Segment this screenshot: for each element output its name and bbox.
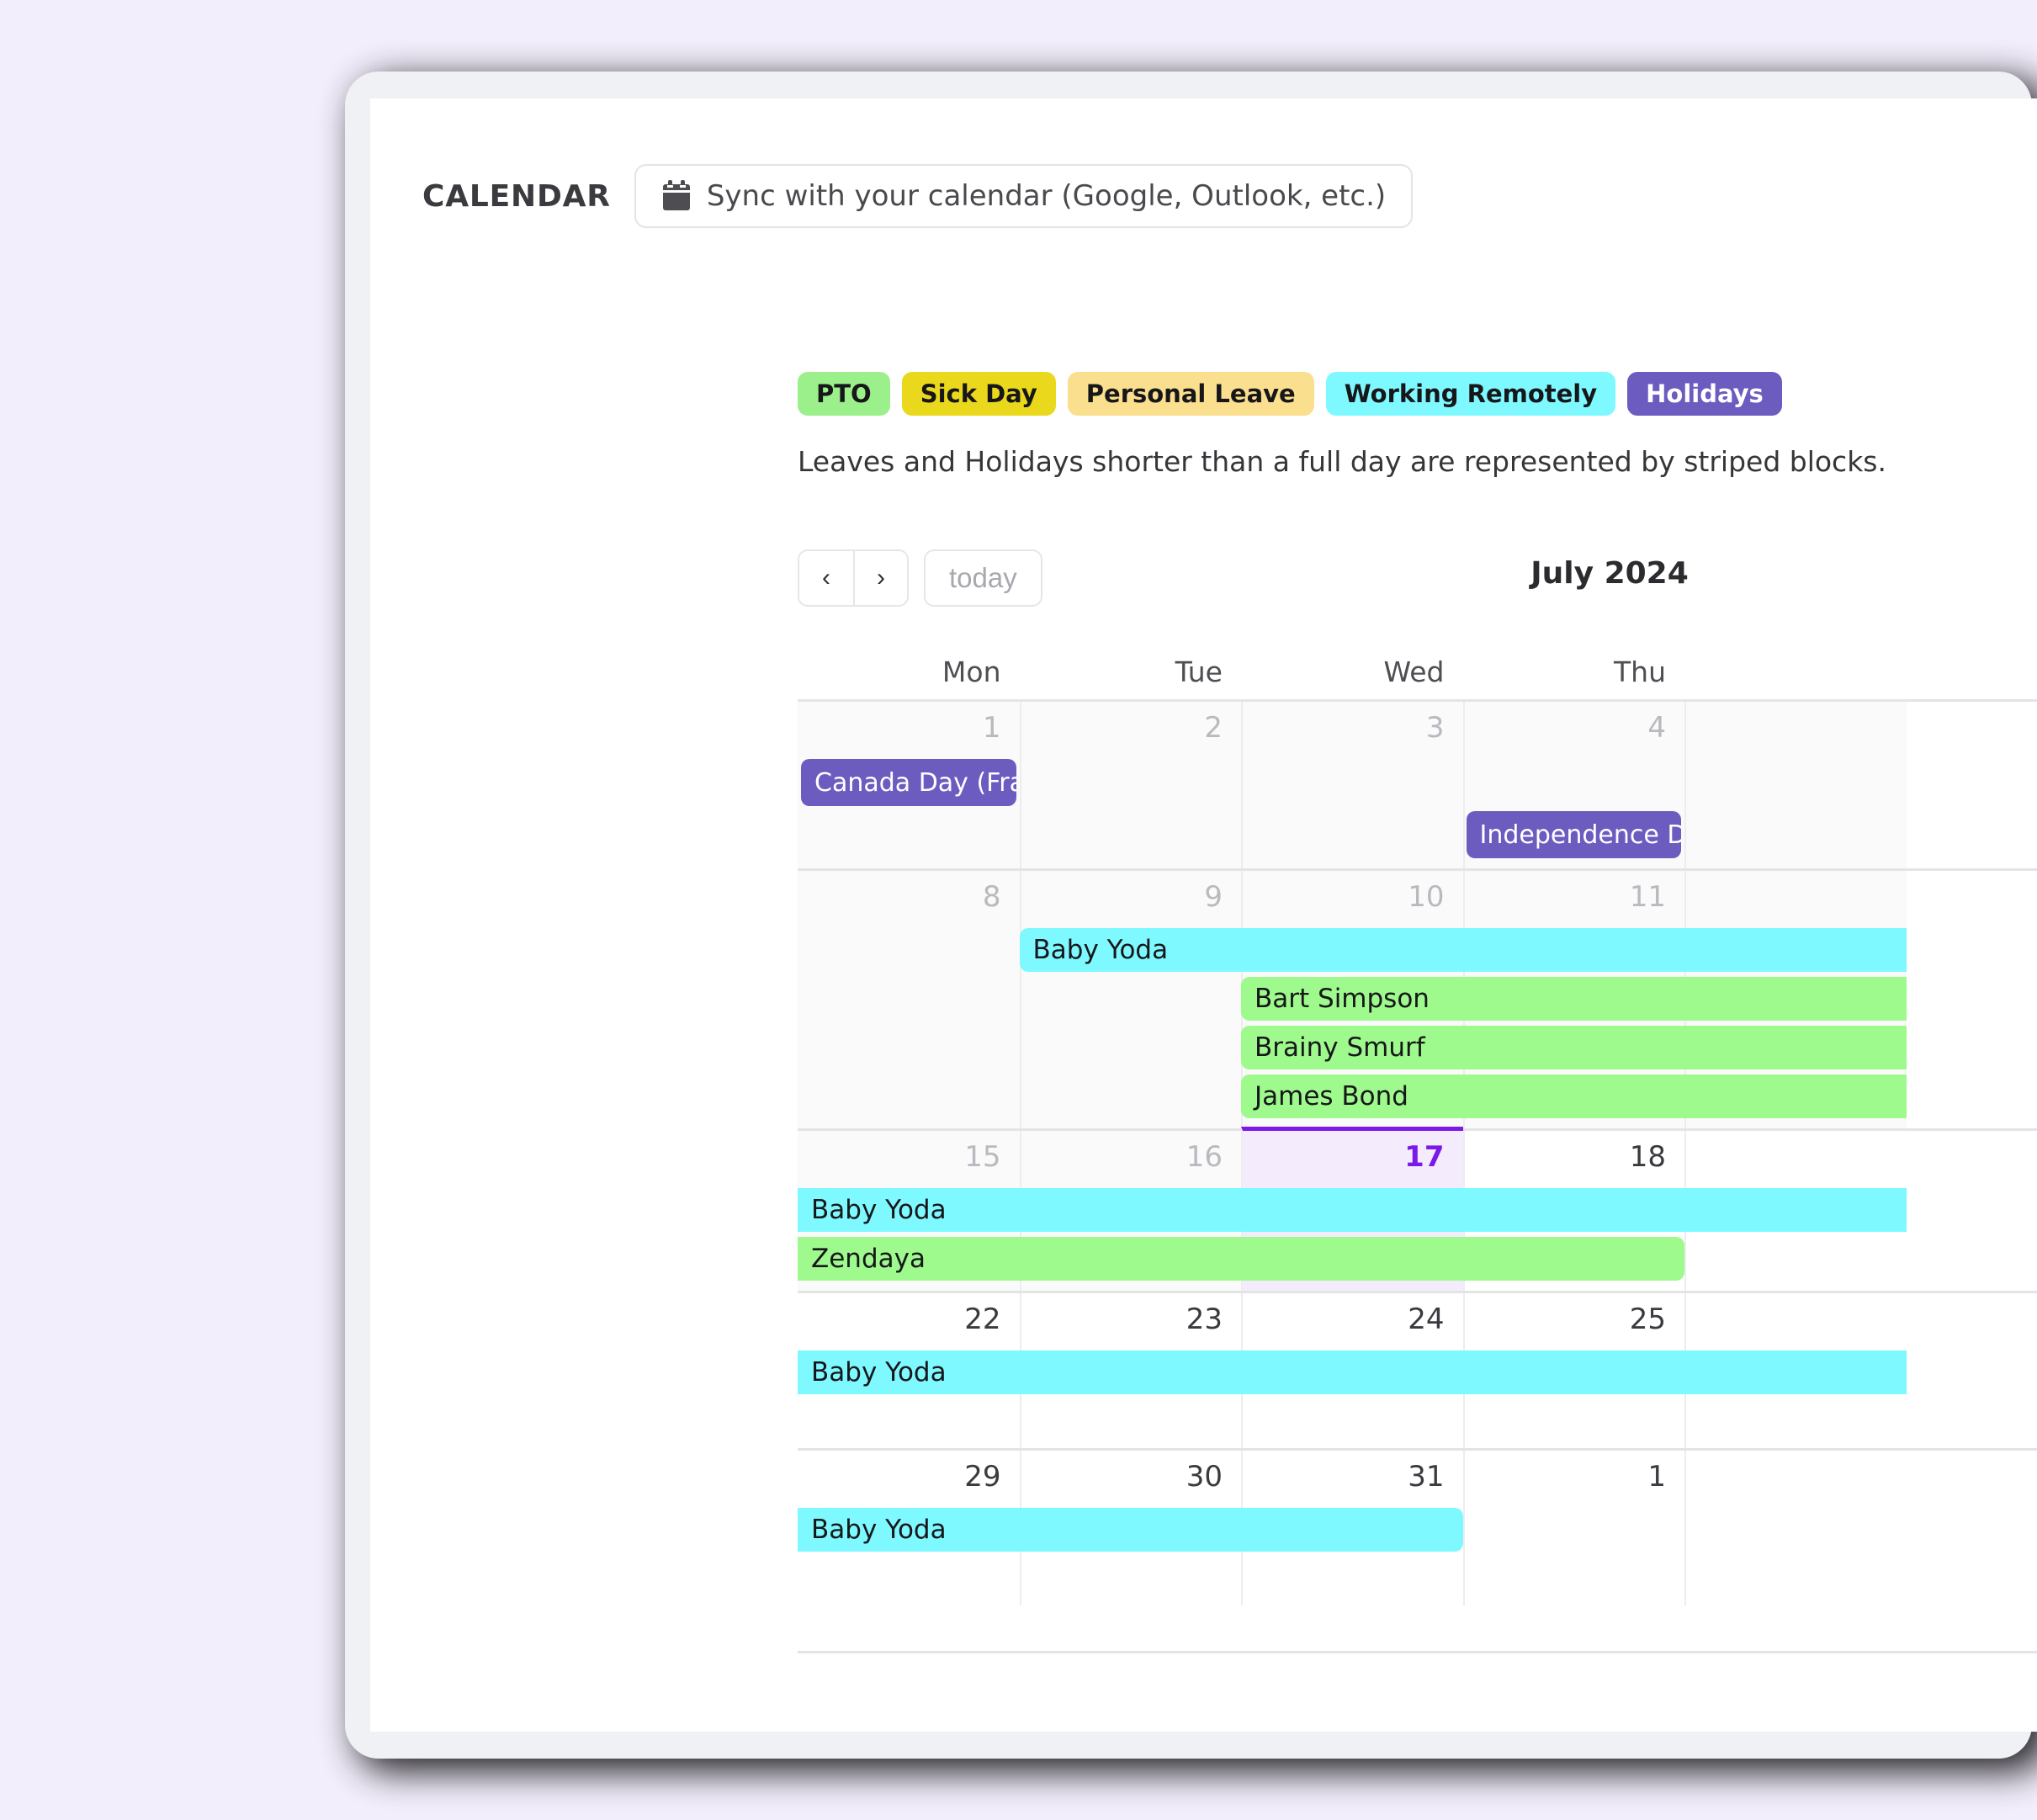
day-header-blank [1684,645,1907,699]
legend-chip-pto[interactable]: PTO [798,372,890,416]
calendar-week-row: 29 30 31 1 Baby Yoda [798,1448,2037,1605]
calendar-event-working-remotely[interactable]: Baby Yoda [798,1508,1463,1552]
day-header-wed: Wed [1383,655,1445,688]
week-events: Canada Day (France, India, Independence D… [798,754,2037,868]
sync-calendar-label: Sync with your calendar (Google, Outlook… [706,179,1387,213]
legend-chip-working-remotely[interactable]: Working Remotely [1325,372,1616,416]
calendar-icon [661,180,692,212]
page-title: CALENDAR [422,178,611,214]
legend-chip-holidays[interactable]: Holidays [1627,372,1782,416]
calendar-event-pto[interactable]: Brainy Smurf [1241,1026,1907,1069]
calendar-week-row: 8 9 10 11 Baby Yoda Bart Simpson Brainy Smurf J… [798,868,2037,1128]
event-spacer [798,1557,2037,1600]
month-title: July 2024 [1530,556,1689,591]
legend: PTO Sick Day Personal Leave Working Remotel… [798,372,1782,416]
calendar-event-pto[interactable]: Bart Simpson [1241,977,1907,1021]
day-header-thu: Thu [1614,655,1666,688]
week-events: Baby Yoda Bart Simpson Brainy Smurf James B… [798,923,2037,1128]
calendar-toolbar: ‹ › today July 2024 [798,549,2037,608]
today-button[interactable]: today [924,549,1042,607]
day-of-week-header: Mon Tue Wed Thu [798,645,2037,699]
week-events: Baby Yoda [798,1503,2037,1605]
legend-chip-sick-day[interactable]: Sick Day [901,372,1056,416]
calendar-panel: CALENDAR Sync with your calendar (Google… [370,98,2037,1732]
calendar-event-working-remotely[interactable]: Baby Yoda [798,1350,1907,1394]
calendar-event-working-remotely[interactable]: Baby Yoda [798,1188,1907,1232]
day-header-mon: Mon [942,655,1001,688]
calendar-week-row: 15 16 17 18 Baby Yoda Zendaya [798,1127,2037,1291]
calendar-event-holiday[interactable]: Independence Day (New Or [1466,811,1681,858]
calendar-event-working-remotely[interactable]: Baby Yoda [1019,928,1907,972]
calendar-week-row: 1234Canada Day (France, India,Independen… [798,699,2037,868]
event-spacer [798,1399,2037,1443]
calendar-event-pto[interactable]: Zendaya [798,1237,1684,1281]
calendar-grid: Mon Tue Wed Thu 1234Canada Day (France, Ind… [798,645,2037,1605]
legend-note: Leaves and Holidays shorter than a full … [798,445,1886,478]
prev-month-button[interactable]: ‹ [799,551,853,605]
day-header-tue: Tue [1175,655,1223,688]
calendar-week-row: 22 23 24 25 Baby Yoda [798,1291,2037,1448]
calendar-event-holiday[interactable]: Canada Day (France, India, [801,759,1016,806]
sync-calendar-button[interactable]: Sync with your calendar (Google, Outlook… [634,164,1414,228]
calendar-event-pto[interactable]: James Bond [1241,1074,1907,1118]
week-events: Baby Yoda [798,1345,2037,1448]
legend-chip-personal-leave[interactable]: Personal Leave [1067,372,1314,416]
nav-button-group: ‹ › [798,549,909,607]
next-month-button[interactable]: › [853,551,907,605]
calendar-bottom-rule [798,1651,2037,1653]
week-events: Baby Yoda Zendaya [798,1183,2037,1291]
calendar-header: CALENDAR Sync with your calendar (Google… [422,164,1414,228]
